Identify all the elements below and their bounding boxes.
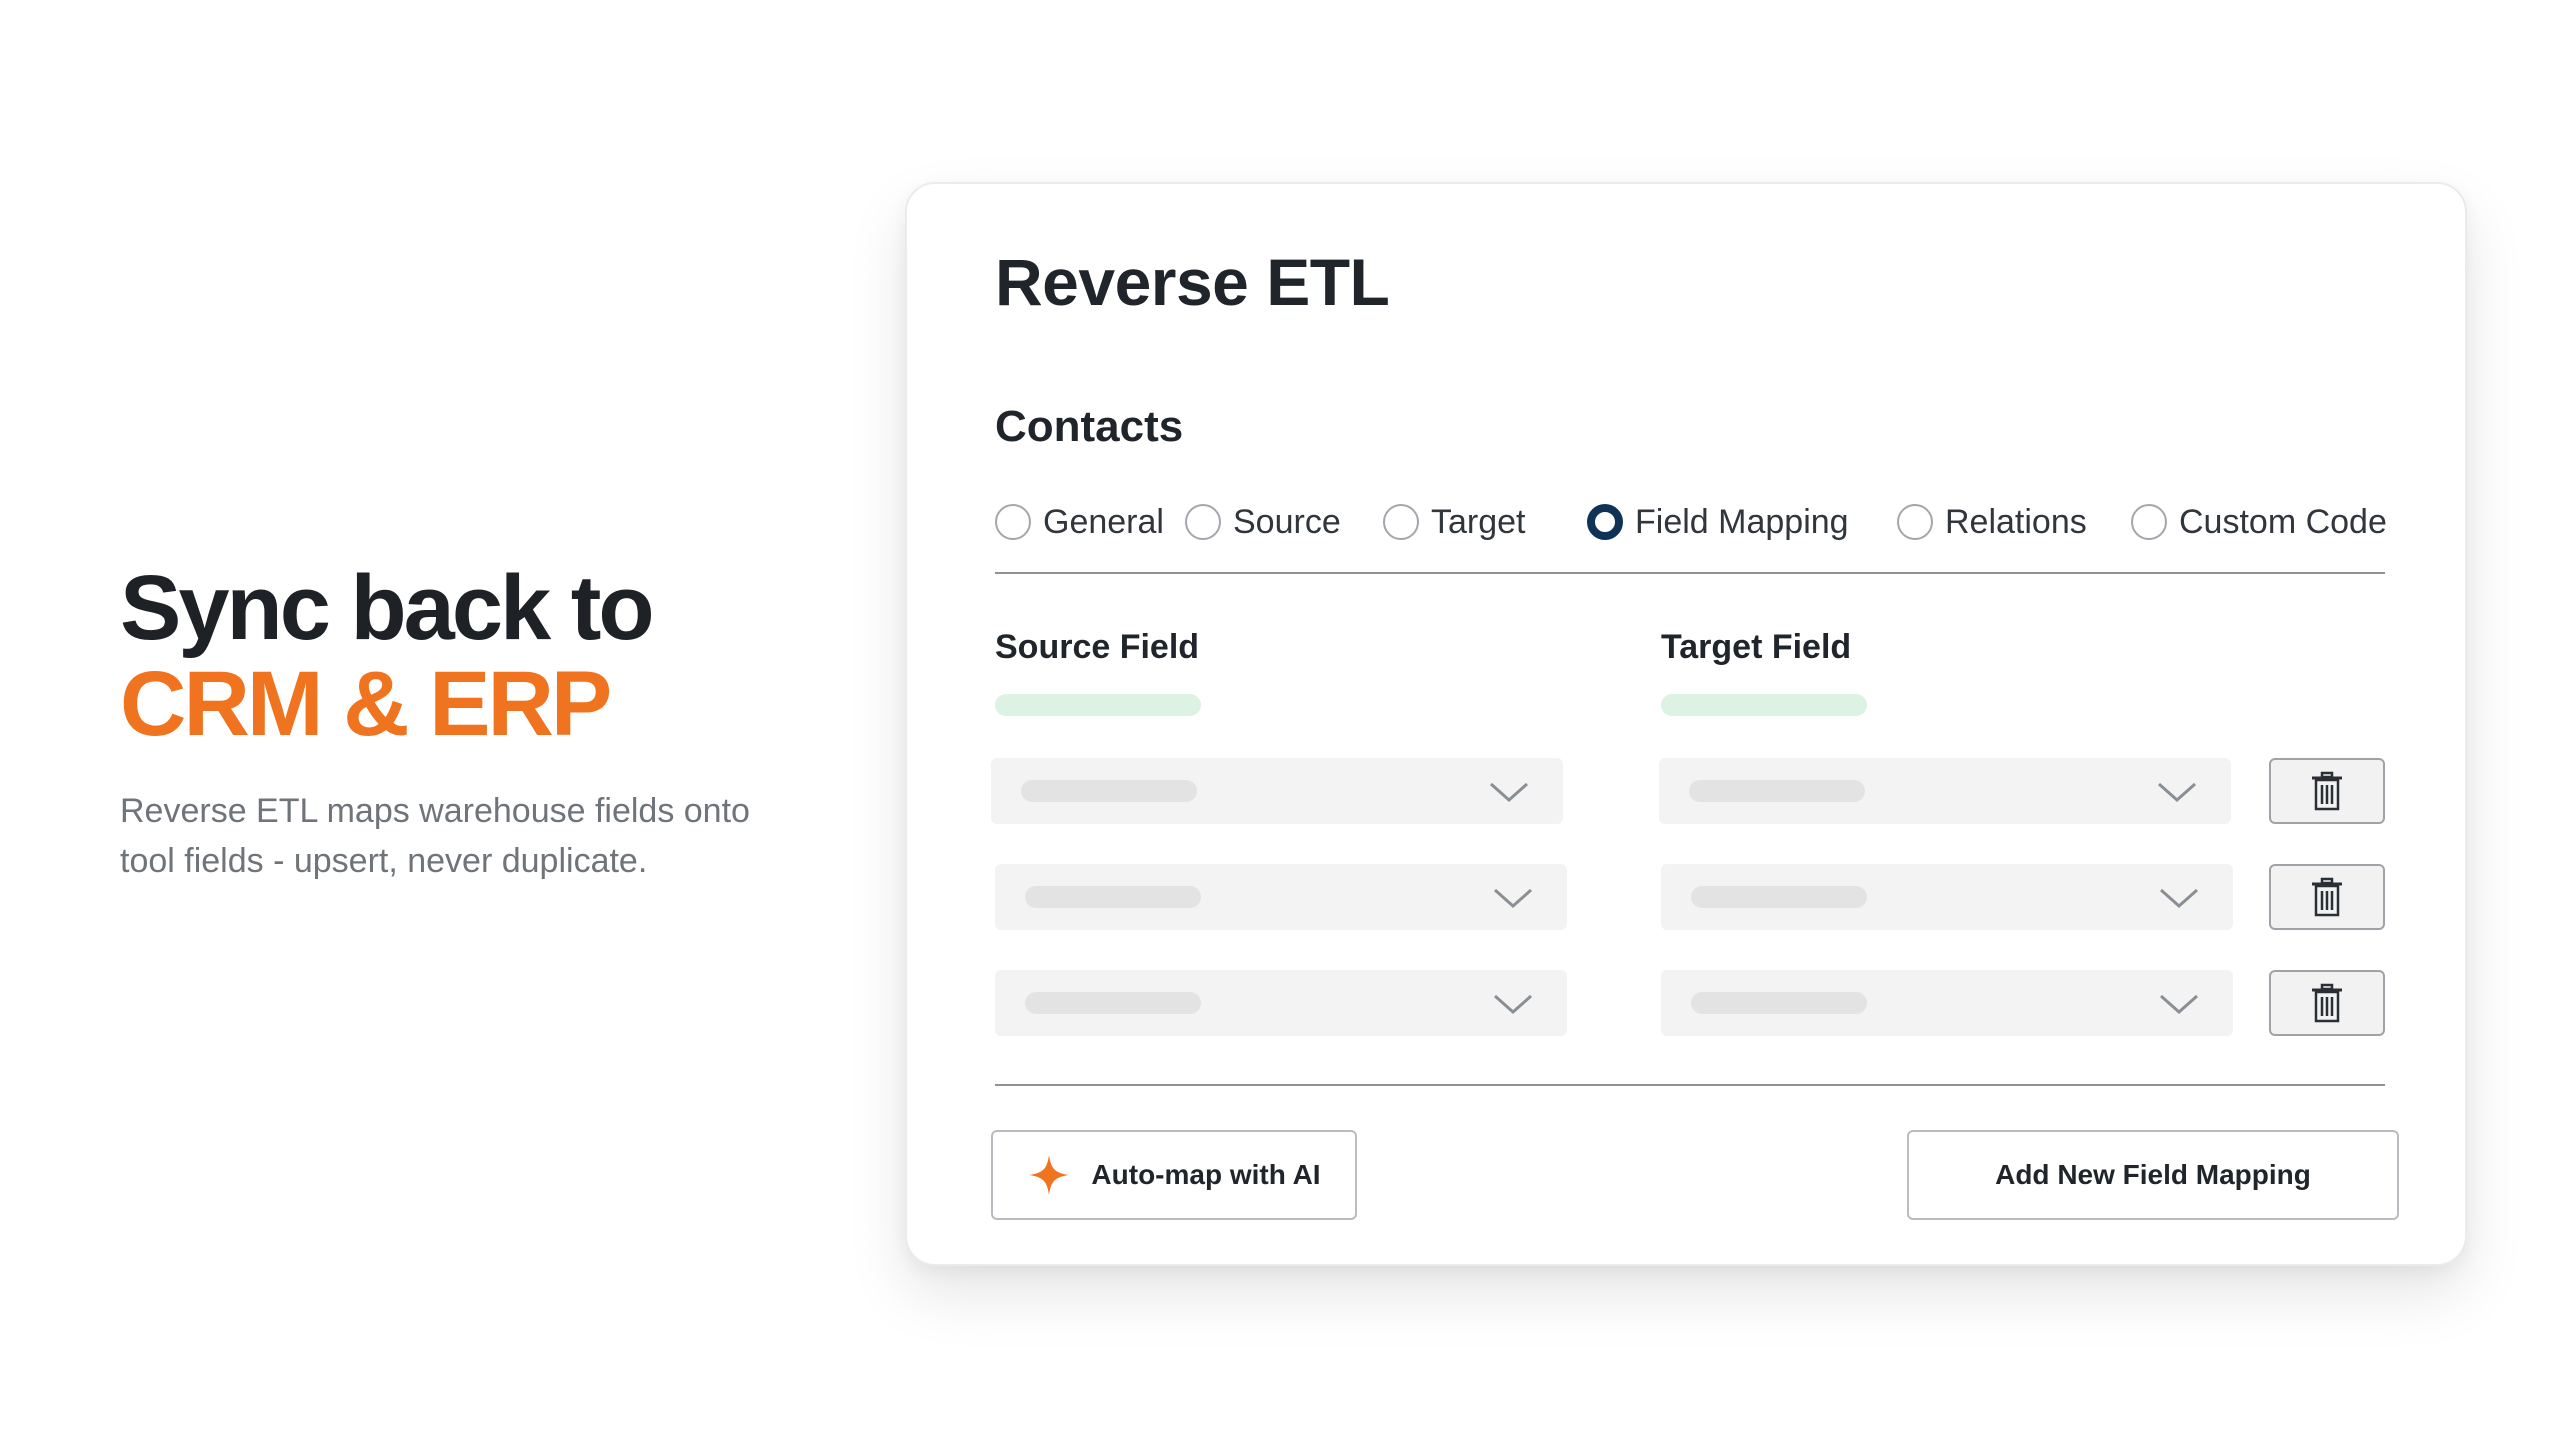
source-field-select[interactable] (995, 970, 1567, 1036)
hero-section: Sync back to CRM & ERP Reverse ETL maps … (120, 560, 820, 886)
sparkle-icon (1029, 1155, 1070, 1195)
actions-divider (995, 1084, 2385, 1086)
tab-source[interactable]: Source (1185, 500, 1341, 544)
section-title: Contacts (995, 402, 1184, 451)
radio-source[interactable] (1185, 504, 1221, 540)
add-field-mapping-label: Add New Field Mapping (1995, 1159, 2311, 1190)
source-field-select[interactable] (995, 864, 1567, 930)
radio-field-mapping[interactable] (1587, 504, 1623, 540)
radio-relations[interactable] (1897, 504, 1933, 540)
source-field-header: Source Field (995, 628, 1200, 666)
chevron-down-icon (2160, 888, 2198, 909)
target-field-select[interactable] (1659, 758, 2231, 824)
tab-field-mapping-label: Field Mapping (1635, 502, 1849, 541)
tab-relations-label: Relations (1945, 502, 2087, 541)
hero-heading: Sync back to CRM & ERP (120, 560, 820, 752)
tab-field-mapping[interactable]: Field Mapping (1587, 500, 1849, 544)
target-field-header: Target Field (1661, 628, 1852, 666)
trash-icon (2312, 771, 2342, 811)
chevron-down-icon (1494, 888, 1532, 909)
tab-general[interactable]: General (995, 500, 1164, 544)
source-header-bar (995, 694, 1201, 716)
select-placeholder (1021, 780, 1197, 802)
target-field-select[interactable] (1661, 970, 2233, 1036)
chevron-down-icon (1490, 782, 1528, 803)
delete-mapping-button[interactable] (2269, 864, 2385, 930)
target-field-select[interactable] (1661, 864, 2233, 930)
tabs-divider (995, 572, 2385, 574)
trash-icon (2312, 877, 2342, 917)
chevron-down-icon (1494, 994, 1532, 1015)
select-placeholder (1691, 992, 1867, 1014)
hero-heading-line2: CRM & ERP (120, 653, 612, 755)
source-field-select[interactable] (991, 758, 1563, 824)
chevron-down-icon (2158, 782, 2196, 803)
tab-target-label: Target (1431, 502, 1526, 541)
tab-general-label: General (1043, 502, 1164, 541)
delete-mapping-button[interactable] (2269, 970, 2385, 1036)
select-placeholder (1025, 886, 1201, 908)
tab-radio-group: General Source Target Field Mapping Rela… (995, 500, 2395, 544)
radio-general[interactable] (995, 504, 1031, 540)
auto-map-ai-button[interactable]: Auto-map with AI (991, 1130, 1357, 1220)
trash-icon (2312, 983, 2342, 1023)
hero-heading-line1: Sync back to (120, 557, 655, 659)
select-placeholder (1689, 780, 1865, 802)
select-placeholder (1025, 992, 1201, 1014)
auto-map-ai-label: Auto-map with AI (1091, 1159, 1321, 1190)
radio-custom-code[interactable] (2131, 504, 2167, 540)
tab-custom-code[interactable]: Custom Code (2131, 500, 2387, 544)
reverse-etl-card: Reverse ETL Contacts General Source Targ… (905, 182, 2467, 1266)
select-placeholder (1691, 886, 1867, 908)
radio-target[interactable] (1383, 504, 1419, 540)
tab-custom-code-label: Custom Code (2179, 502, 2387, 541)
card-title: Reverse ETL (995, 245, 1390, 319)
target-header-bar (1661, 694, 1867, 716)
tab-source-label: Source (1233, 502, 1341, 541)
add-field-mapping-button[interactable]: Add New Field Mapping (1907, 1130, 2399, 1220)
chevron-down-icon (2160, 994, 2198, 1015)
delete-mapping-button[interactable] (2269, 758, 2385, 824)
tab-relations[interactable]: Relations (1897, 500, 2087, 544)
hero-subtext: Reverse ETL maps warehouse fields onto t… (120, 792, 750, 880)
tab-target[interactable]: Target (1383, 500, 1526, 544)
